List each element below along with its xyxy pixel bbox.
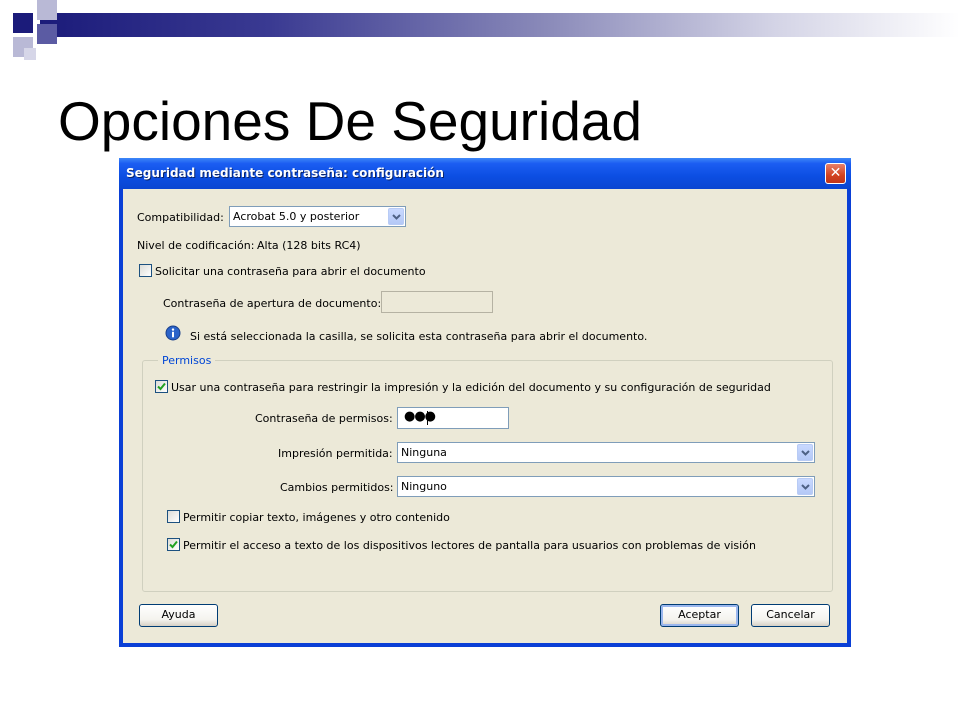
- chevron-down-icon: [801, 484, 810, 490]
- open-password-checkbox-label: Solicitar una contraseña para abrir el d…: [155, 265, 426, 278]
- slide-title: Opciones De Seguridad: [58, 90, 642, 152]
- open-password-field-label: Contraseña de apertura de documento:: [163, 297, 382, 310]
- permissions-password-value: ●●●: [404, 409, 436, 424]
- compat-select[interactable]: Acrobat 5.0 y posterior: [229, 206, 406, 227]
- compat-label: Compatibilidad:: [137, 211, 224, 224]
- dialog-title: Seguridad mediante contraseña: configura…: [126, 166, 444, 180]
- permissions-password-label: Contraseña de permisos:: [255, 412, 393, 425]
- decor-square-dark: [13, 13, 33, 33]
- restrict-checkbox[interactable]: [155, 380, 168, 393]
- decor-square-light: [37, 0, 57, 20]
- permissions-legend: Permisos: [158, 354, 216, 367]
- close-icon: ✕: [829, 165, 842, 181]
- changes-dropdown-button[interactable]: [797, 478, 813, 495]
- open-password-info-text: Si está seleccionada la casilla, se soli…: [190, 330, 648, 343]
- changes-select[interactable]: Ninguno: [397, 476, 815, 497]
- open-password-checkbox[interactable]: [139, 264, 152, 277]
- security-dialog: Seguridad mediante contraseña: configura…: [119, 158, 851, 647]
- compat-select-value: Acrobat 5.0 y posterior: [233, 210, 360, 223]
- text-caret: [427, 411, 428, 425]
- open-password-input[interactable]: [381, 291, 493, 313]
- permissions-password-input[interactable]: ●●●: [397, 407, 509, 429]
- checkmark-icon: [157, 382, 166, 391]
- cancel-button[interactable]: Cancelar: [751, 604, 830, 627]
- encryption-label: Nivel de codificación:: [137, 239, 255, 252]
- info-icon: [165, 325, 181, 341]
- chevron-down-icon: [801, 450, 810, 456]
- changes-label: Cambios permitidos:: [280, 481, 394, 494]
- encryption-value: Alta (128 bits RC4): [257, 239, 361, 252]
- screenreader-checkbox-label: Permitir el acceso a texto de los dispos…: [183, 539, 756, 552]
- copy-checkbox-label: Permitir copiar texto, imágenes y otro c…: [183, 511, 450, 524]
- close-button[interactable]: ✕: [825, 163, 846, 184]
- chevron-down-icon: [392, 214, 401, 220]
- ok-button[interactable]: Aceptar: [660, 604, 739, 627]
- screenreader-checkbox[interactable]: [167, 538, 180, 551]
- dialog-titlebar[interactable]: Seguridad mediante contraseña: configura…: [119, 158, 851, 189]
- printing-label: Impresión permitida:: [278, 447, 393, 460]
- dialog-client-area: Compatibilidad: Acrobat 5.0 y posterior …: [123, 189, 847, 643]
- checkmark-icon: [169, 540, 178, 549]
- restrict-checkbox-label: Usar una contraseña para restringir la i…: [171, 381, 771, 394]
- changes-select-value: Ninguno: [401, 480, 447, 493]
- header-gradient-bar: [40, 13, 960, 37]
- copy-checkbox[interactable]: [167, 510, 180, 523]
- printing-select[interactable]: Ninguna: [397, 442, 815, 463]
- printing-select-value: Ninguna: [401, 446, 447, 459]
- printing-dropdown-button[interactable]: [797, 444, 813, 461]
- decor-square-light: [24, 48, 36, 60]
- help-button[interactable]: Ayuda: [139, 604, 218, 627]
- compat-dropdown-button[interactable]: [388, 208, 404, 225]
- decor-square-mid: [37, 24, 57, 44]
